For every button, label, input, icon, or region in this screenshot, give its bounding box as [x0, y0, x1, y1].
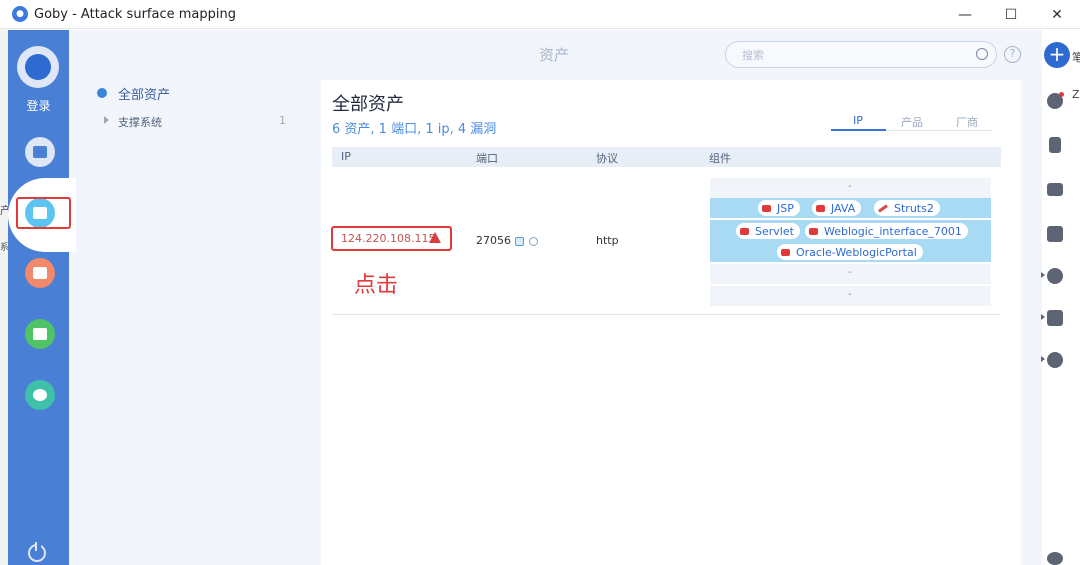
- search-placeholder: 搜索: [742, 49, 764, 62]
- power-icon[interactable]: [28, 542, 46, 562]
- chip-label: Oracle-WeblogicPortal: [796, 245, 917, 259]
- vulnerability-icon: [33, 267, 47, 279]
- bar-chart-icon[interactable]: [1047, 310, 1063, 326]
- tree-root-icon: [97, 88, 107, 98]
- component-chip-java[interactable]: JAVA: [812, 200, 862, 216]
- certificate-icon[interactable]: [515, 237, 524, 246]
- empty-marker: -: [848, 181, 852, 192]
- search-input[interactable]: 搜索: [725, 41, 997, 68]
- caret-right-icon[interactable]: [104, 116, 109, 124]
- empty-marker: -: [848, 289, 852, 300]
- add-scan-button[interactable]: +: [1044, 42, 1070, 68]
- struts-icon: [878, 203, 888, 213]
- column-header-component[interactable]: 组件: [709, 150, 731, 166]
- component-row: -: [710, 264, 991, 284]
- component-row: -: [710, 286, 991, 306]
- click-annotation: 点击: [354, 273, 399, 298]
- help-icon[interactable]: ?: [1004, 46, 1021, 63]
- warning-icon[interactable]: [429, 232, 441, 243]
- protocol-value: http: [596, 234, 619, 247]
- bug-icon[interactable]: [1047, 268, 1063, 284]
- title-bar: ● Goby - Attack surface mapping — ☐ ✕: [0, 0, 1080, 29]
- chip-label: Servlet: [755, 224, 794, 238]
- window-controls: — ☐ ✕: [942, 0, 1080, 29]
- rocket-icon: [25, 54, 51, 80]
- expand-caret-icon[interactable]: [1041, 314, 1045, 320]
- sidebar-item-vulnerabilities[interactable]: [25, 258, 55, 288]
- component-icon: [762, 204, 771, 212]
- maximize-button[interactable]: ☐: [988, 0, 1034, 29]
- component-row: Servlet Weblogic_interface_7001 Oracle-W…: [710, 220, 991, 262]
- background-window-edge: [0, 29, 8, 565]
- tree-root-all-assets[interactable]: 全部资产: [118, 84, 170, 103]
- chip-label: JSP: [777, 201, 794, 215]
- background-window-text: Z: [1072, 88, 1080, 101]
- notification-dot: [1059, 92, 1064, 97]
- plugin-icon[interactable]: [1047, 352, 1063, 368]
- tab-vendor[interactable]: 厂商: [956, 114, 978, 130]
- tab-ip[interactable]: IP: [853, 114, 863, 127]
- empty-marker: -: [848, 267, 852, 278]
- component-row: -: [710, 178, 991, 198]
- component-row: JSP JAVA Struts2: [710, 198, 991, 218]
- expand-caret-icon[interactable]: [1041, 272, 1045, 278]
- document-icon[interactable]: [1049, 137, 1061, 153]
- component-chip-struts2[interactable]: Struts2: [874, 200, 940, 216]
- link-icon[interactable]: [529, 237, 538, 246]
- component-icon: [781, 248, 790, 256]
- expand-caret-icon[interactable]: [1041, 356, 1045, 362]
- component-chip-servlet[interactable]: Servlet: [736, 223, 800, 239]
- window-title: Goby - Attack surface mapping: [34, 6, 236, 22]
- column-header-port[interactable]: 端口: [476, 150, 498, 166]
- asset-summary: 6 资产, 1 端口, 1 ip, 4 漏洞: [332, 122, 497, 137]
- sidebar-item-report[interactable]: [25, 319, 55, 349]
- sidebar-item-scan[interactable]: [25, 137, 55, 167]
- port-value[interactable]: 27056: [476, 234, 511, 247]
- right-toolbar: [1042, 30, 1080, 565]
- column-header-protocol[interactable]: 协议: [596, 150, 618, 166]
- monitor-icon[interactable]: [1047, 183, 1063, 196]
- avatar[interactable]: [17, 46, 59, 88]
- ip-link[interactable]: 124.220.108.115: [341, 232, 435, 245]
- card-title: 全部资产: [332, 94, 404, 115]
- tree-item-support-system[interactable]: 支撑系统: [118, 114, 162, 130]
- refresh-icon[interactable]: [1047, 552, 1063, 565]
- background-window-text: 笔: [1072, 51, 1080, 64]
- ip-icon[interactable]: [1047, 226, 1063, 242]
- row-divider: [332, 314, 1001, 315]
- scan-icon: [33, 146, 47, 158]
- login-label[interactable]: 登录: [8, 97, 69, 114]
- tab-active-indicator: [831, 129, 886, 131]
- column-header-ip[interactable]: IP: [341, 150, 351, 163]
- chip-label: Weblogic_interface_7001: [824, 224, 962, 238]
- component-icon: [816, 204, 825, 212]
- component-icon: [809, 227, 818, 235]
- component-chip-oracle-weblogic-portal[interactable]: Oracle-WeblogicPortal: [777, 244, 923, 260]
- goby-logo-icon: ●: [12, 6, 28, 22]
- chart-icon: [33, 328, 47, 340]
- chip-label: JAVA: [831, 201, 856, 215]
- close-button[interactable]: ✕: [1034, 0, 1080, 29]
- sidebar-item-plugins[interactable]: [25, 380, 55, 410]
- tree-item-count: 1: [279, 114, 286, 127]
- search-icon[interactable]: [976, 48, 988, 60]
- component-icon: [740, 227, 749, 235]
- tab-product[interactable]: 产品: [901, 114, 923, 130]
- component-chip-jsp[interactable]: JSP: [758, 200, 800, 216]
- minimize-button[interactable]: —: [942, 0, 988, 29]
- puzzle-icon: [33, 389, 47, 401]
- component-chip-weblogic-interface[interactable]: Weblogic_interface_7001: [805, 223, 968, 239]
- chip-label: Struts2: [894, 201, 934, 215]
- assets-highlight-box: [16, 197, 71, 229]
- table-header: [332, 147, 1001, 167]
